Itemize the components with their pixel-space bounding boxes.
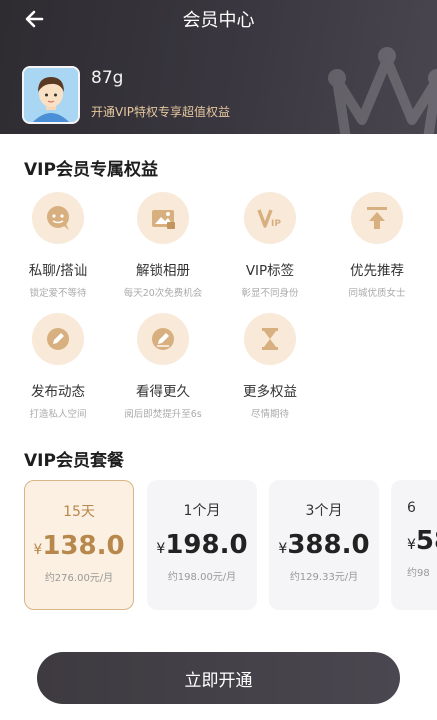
crown-decoration-icon — [328, 47, 437, 134]
package-price: ¥58 — [407, 526, 437, 556]
user-nickname: 87g — [91, 68, 124, 88]
header: 会员中心 87g 开通VIP特权专享超值权益 — [0, 0, 437, 134]
svg-text:IP: IP — [271, 219, 281, 229]
package-list[interactable]: 15天 ¥138.0 约276.00元/月 1个月 ¥198.0 约198.00… — [0, 480, 437, 612]
top-up-icon — [351, 192, 403, 244]
package-duration: 15天 — [63, 504, 95, 520]
package-card-15days[interactable]: 15天 ¥138.0 约276.00元/月 — [24, 480, 134, 610]
chat-icon — [32, 192, 84, 244]
benefit-desc: 同城优质女士 — [348, 288, 406, 299]
package-price: ¥198.0 — [156, 530, 248, 560]
benefit-desc: 锁定爱不等待 — [29, 288, 87, 299]
package-duration: 6 — [407, 500, 416, 516]
benefit-desc: 尽情期待 — [250, 409, 289, 420]
vip-tag-icon: IP — [244, 192, 296, 244]
package-monthly-price: 约198.00元/月 — [167, 572, 237, 583]
page-title: 会员中心 — [182, 10, 255, 31]
benefit-post-moment[interactable]: 发布动态 打造私人空间 — [8, 313, 108, 420]
benefit-name: 更多权益 — [243, 384, 297, 400]
benefit-private-chat[interactable]: 私聊/搭讪 锁定爱不等待 — [8, 192, 108, 299]
benefit-vip-tag[interactable]: IP VIP标签 彰显不同身份 — [220, 192, 320, 299]
benefit-priority-recommend[interactable]: 优先推荐 同城优质女士 — [327, 192, 427, 299]
benefits-section-title: VIP会员专属权益 — [24, 160, 158, 180]
benefit-name: 私聊/搭讪 — [28, 263, 88, 279]
package-duration: 1个月 — [183, 503, 221, 519]
package-monthly-price: 约276.00元/月 — [44, 573, 114, 584]
package-monthly-price: 约98 — [407, 568, 430, 579]
benefit-name: 看得更久 — [136, 384, 190, 400]
benefit-name: 解锁相册 — [136, 263, 190, 279]
benefit-name: VIP标签 — [245, 263, 295, 279]
package-card-1month[interactable]: 1个月 ¥198.0 约198.00元/月 — [147, 480, 257, 610]
benefit-unlock-album[interactable]: 解锁相册 每天20次免费机会 — [113, 192, 213, 299]
benefit-desc: 每天20次免费机会 — [123, 288, 203, 299]
packages-section-title: VIP会员套餐 — [24, 451, 124, 471]
benefit-desc: 打造私人空间 — [29, 409, 87, 420]
benefit-more[interactable]: 更多权益 尽情期待 — [220, 313, 320, 420]
package-card-6months[interactable]: 6 ¥58 约98 — [391, 480, 437, 610]
benefit-view-longer[interactable]: 看得更久 阅后即焚提升至6s — [113, 313, 213, 420]
package-duration: 3个月 — [305, 503, 343, 519]
benefit-name: 优先推荐 — [350, 263, 404, 279]
benefit-desc: 阅后即焚提升至6s — [124, 409, 202, 420]
package-card-3months[interactable]: 3个月 ¥388.0 约129.33元/月 — [269, 480, 379, 610]
package-monthly-price: 约129.33元/月 — [289, 572, 359, 583]
edit-icon — [32, 313, 84, 365]
package-price: ¥138.0 — [33, 531, 125, 561]
benefit-desc: 彰显不同身份 — [241, 288, 299, 299]
benefit-name: 发布动态 — [31, 384, 85, 400]
package-price: ¥388.0 — [278, 530, 370, 560]
hourglass-icon — [244, 313, 296, 365]
activate-now-button[interactable]: 立即开通 — [37, 652, 400, 704]
album-icon — [137, 192, 189, 244]
vip-promo-text: 开通VIP特权专享超值权益 — [91, 105, 230, 119]
pen-icon — [137, 313, 189, 365]
avatar[interactable] — [22, 66, 80, 124]
